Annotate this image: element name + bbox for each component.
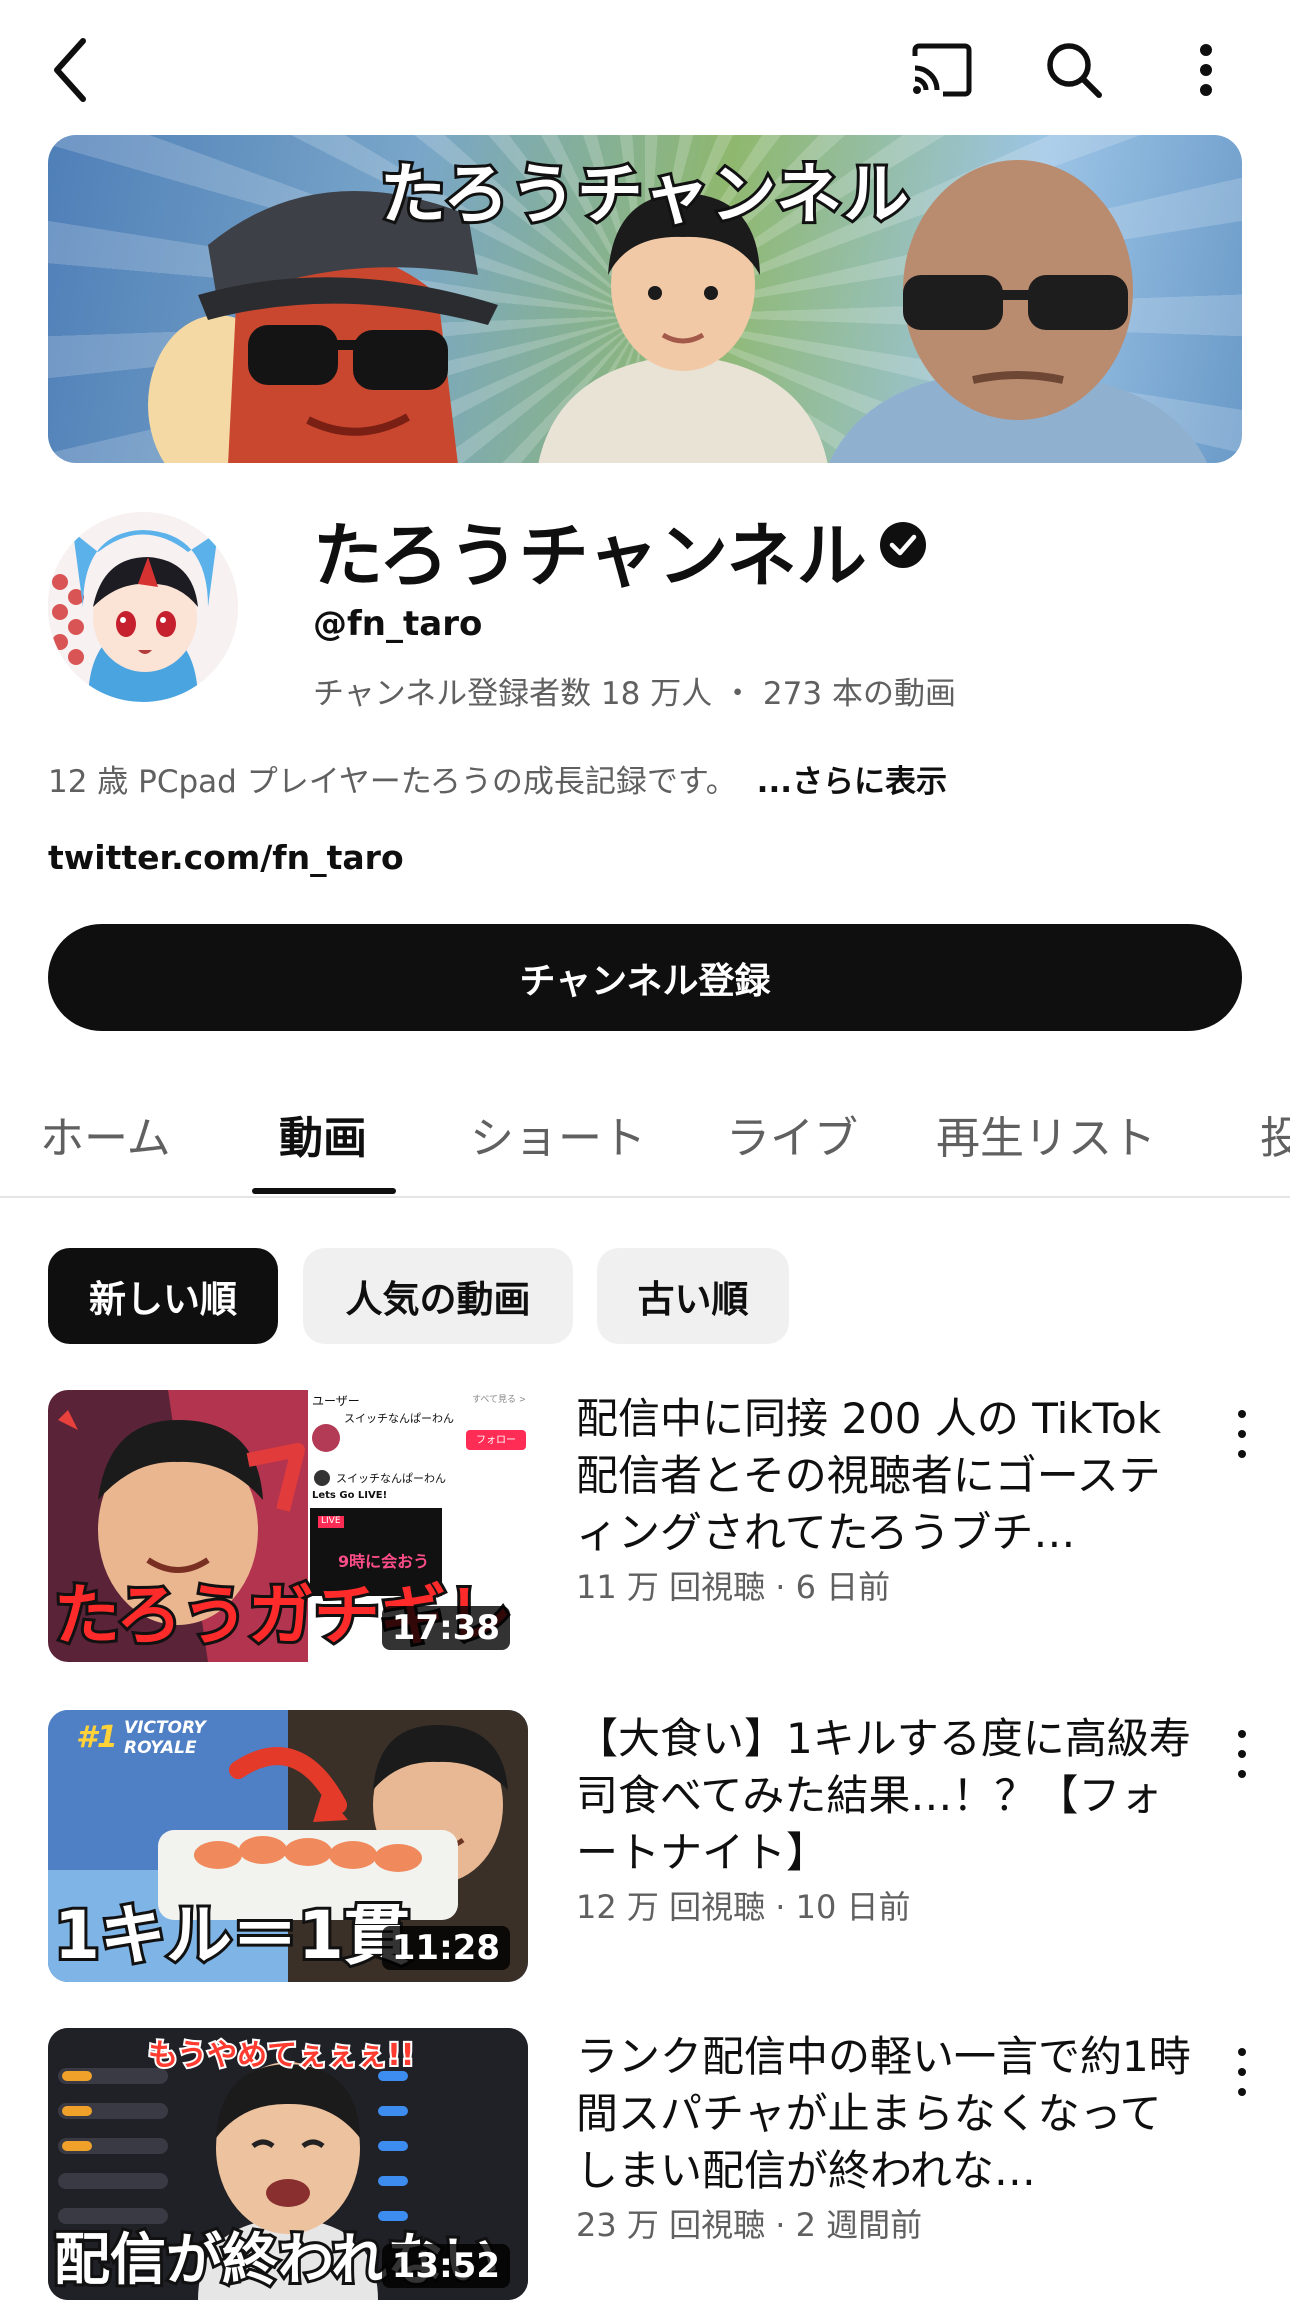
video-duration: 17:38	[381, 1606, 510, 1650]
video-duration: 13:52	[381, 2244, 510, 2288]
channel-avatar[interactable]	[48, 512, 238, 702]
more-vert-icon	[1238, 2048, 1246, 2056]
video-item[interactable]: #1 VICTORY ROYALE 1キル＝1貫 11:28 【大食い】1キルす…	[0, 1710, 1290, 1982]
show-more-link[interactable]: ...さらに表示	[757, 764, 947, 800]
channel-banner: たろうチャンネル	[48, 135, 1242, 463]
chip-oldest[interactable]: 古い順	[597, 1248, 789, 1344]
video-meta: 23 万 回視聴 · 2 週間前	[576, 2206, 923, 2244]
thumb-live-tag: LIVE	[321, 1516, 341, 1526]
video-meta: 11 万 回視聴 · 6 日前	[576, 1568, 891, 1606]
channel-description[interactable]: 12 歳 PCpad プレイヤーたろうの成長記録です。 ...さらに表示	[48, 756, 947, 801]
video-thumbnail[interactable]: ユーザー すべて見る > スイッチなんぱーわん フォロー スイッチなんぱーわん …	[48, 1390, 528, 1662]
thumb-user-label: ユーザー	[312, 1394, 360, 1408]
tab-posts[interactable]: 投	[1260, 1102, 1290, 1166]
video-meta: 12 万 回視聴 · 10 日前	[576, 1888, 911, 1926]
banner-title: たろうチャンネル	[377, 153, 912, 236]
search-icon	[1047, 43, 1102, 98]
video-item[interactable]: もうやめてぇぇぇ!! 配信が終われない 13:52 ランク配信中の軽い一言で約1…	[0, 2028, 1290, 2300]
thumb-rank: #1	[76, 1720, 118, 1755]
thumb-top-text: もうやめてぇぇぇ!!	[146, 2036, 416, 2075]
tab-playlists[interactable]: 再生リスト	[936, 1102, 1156, 1166]
video-item[interactable]: ユーザー すべて見る > スイッチなんぱーわん フォロー スイッチなんぱーわん …	[0, 1390, 1290, 1662]
cast-icon	[912, 43, 972, 97]
chip-newest[interactable]: 新しい順	[48, 1248, 278, 1344]
video-thumbnail[interactable]: もうやめてぇぇぇ!! 配信が終われない 13:52	[48, 2028, 528, 2300]
thumb-name-2: スイッチなんぱーわん	[336, 1472, 446, 1485]
back-button[interactable]	[30, 30, 110, 110]
thumb-see-all: すべて見る >	[472, 1395, 527, 1405]
video-title[interactable]: 【大食い】1キルする度に高級寿司食べてみた結果…！？【フォートナイト】	[576, 1710, 1196, 1881]
cast-button[interactable]	[902, 30, 982, 110]
video-title[interactable]: 配信中に同接 200 人の TikTok 配信者とその視聴者にゴースティングされ…	[576, 1390, 1196, 1561]
thumb-follow-button: フォロー	[476, 1435, 516, 1446]
channel-tabs: ホーム 動画 ショート ライブ 再生リスト 投	[0, 1060, 1290, 1198]
description-text: 12 歳 PCpad プレイヤーたろうの成長記録です。	[48, 764, 737, 800]
video-thumbnail[interactable]: #1 VICTORY ROYALE 1キル＝1貫 11:28	[48, 1710, 528, 1982]
tab-videos[interactable]: 動画	[279, 1102, 367, 1166]
avatar-illustration	[48, 512, 238, 702]
tab-home[interactable]: ホーム	[40, 1102, 171, 1166]
more-options-button[interactable]	[1166, 30, 1246, 110]
more-vert-icon	[1200, 44, 1212, 96]
more-vert-icon	[1238, 1410, 1246, 1418]
thumb-victory-badge: VICTORY ROYALE	[124, 1718, 206, 1758]
thumb-overlay-text: 1キル＝1貫	[51, 1894, 413, 1977]
verified-badge-icon	[880, 522, 926, 568]
video-title[interactable]: ランク配信中の軽い一言で約1時間スパチャが止まらなくなってしまい配信が終われな…	[576, 2028, 1196, 2199]
thumb-name-1: スイッチなんぱーわん	[344, 1412, 454, 1425]
channel-handle: @fn_taro	[313, 604, 483, 644]
video-more-button[interactable]	[1222, 1404, 1262, 1464]
active-tab-indicator	[252, 1188, 396, 1194]
subscribe-button[interactable]: チャンネル登録	[48, 924, 1242, 1031]
video-more-button[interactable]	[1222, 1724, 1262, 1784]
channel-external-link[interactable]: twitter.com/fn_taro	[48, 838, 404, 877]
video-duration: 11:28	[381, 1926, 510, 1970]
tab-live[interactable]: ライブ	[726, 1102, 858, 1166]
chevron-left-icon	[54, 38, 86, 102]
search-button[interactable]	[1034, 30, 1114, 110]
chip-popular[interactable]: 人気の動画	[303, 1248, 573, 1344]
top-app-bar	[0, 0, 1290, 135]
tab-shorts[interactable]: ショート	[470, 1102, 646, 1166]
channel-stats: チャンネル登録者数 18 万人 ・ 273 本の動画	[313, 676, 956, 712]
more-vert-icon	[1238, 1730, 1246, 1738]
thumb-lets-go: Lets Go LIVE!	[312, 1490, 388, 1501]
channel-name: たろうチャンネル	[313, 515, 867, 597]
video-more-button[interactable]	[1222, 2042, 1262, 2102]
